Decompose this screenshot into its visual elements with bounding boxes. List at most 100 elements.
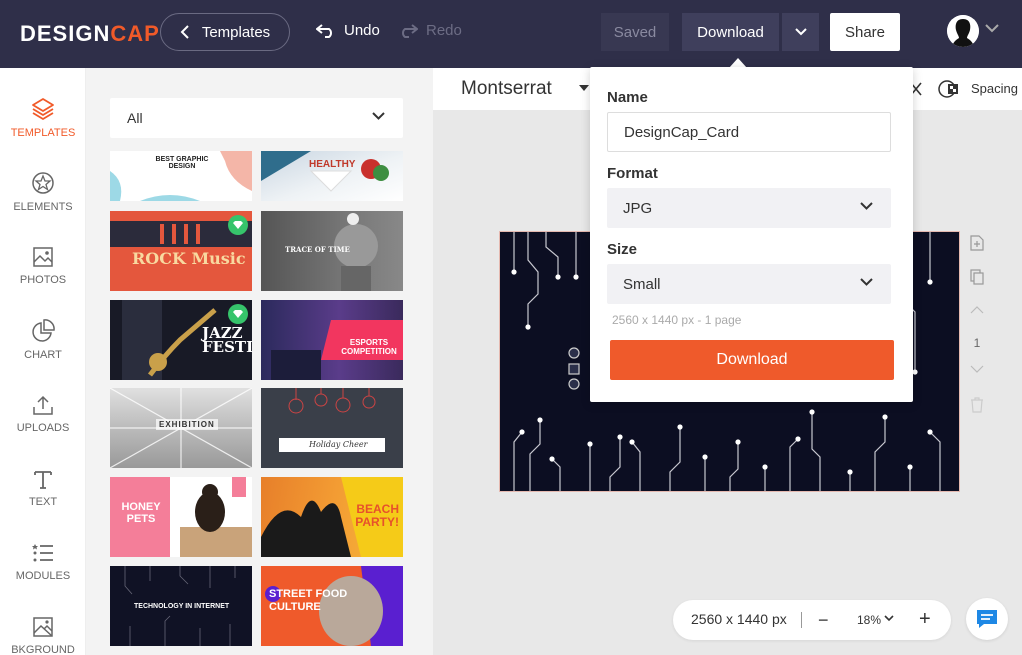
user-avatar[interactable] [947, 15, 979, 47]
format-select[interactable]: JPG [607, 188, 891, 228]
template-thumbnail-title: TECHNOLOGY IN INTERNET [134, 603, 230, 610]
chevron-down-icon [860, 278, 873, 286]
download-button[interactable]: Download [682, 13, 779, 51]
saved-status: Saved [601, 13, 669, 51]
template-thumbnail-title: Holiday Cheer [309, 440, 368, 449]
template-thumbnail[interactable]: JAZZ FESTIVAL [110, 300, 252, 380]
chevron-down-icon [794, 28, 807, 36]
left-sidebar: TEMPLATES ELEMENTS PHOTOS CHART UPLOADS … [0, 68, 86, 655]
templates-back-label: Templates [201, 23, 271, 41]
template-thumbnail[interactable]: ROCK Music [110, 211, 252, 291]
template-thumbnail[interactable]: Holiday Cheer [261, 388, 403, 468]
file-name-input[interactable]: DesignCap_Card [607, 112, 891, 152]
template-thumbnail[interactable]: ESPORTS COMPETITION [261, 300, 403, 380]
shapes-icon [32, 172, 54, 194]
chevron-up-icon [970, 306, 984, 314]
designcap-logo[interactable]: DESIGNCAP [20, 21, 160, 47]
chevron-left-icon [180, 25, 189, 39]
canvas-size-label: 2560 x 1440 px [691, 611, 787, 627]
transparency-icon[interactable] [938, 80, 960, 98]
template-thumbnail[interactable]: HEALTHY [261, 151, 403, 201]
logo-accent-text: CAP [110, 21, 160, 46]
template-thumbnail[interactable]: TECHNOLOGY IN INTERNET [110, 566, 252, 646]
sidebar-item-label: BKGROUND [11, 644, 75, 655]
page-number: 1 [973, 336, 981, 350]
templates-back-button[interactable]: Templates [160, 13, 290, 51]
sidebar-item-label: CHART [24, 349, 62, 361]
download-options-button[interactable] [782, 13, 819, 51]
zoom-level-select[interactable]: 18% [857, 613, 881, 627]
template-thumbnail-art [279, 388, 385, 452]
share-button[interactable]: Share [830, 13, 900, 51]
template-thumbnail[interactable]: BEACH PARTY! [261, 477, 403, 557]
top-bar: DESIGNCAP Templates Undo Redo Saved Down… [0, 0, 1022, 68]
template-thumbnail[interactable]: TRACE OF TIME [261, 211, 403, 291]
template-thumbnail-title: STREET FOOD CULTURE [269, 588, 348, 613]
trash-icon [971, 397, 983, 413]
template-thumbnail-title: EXHIBITION [156, 419, 218, 430]
sidebar-item-templates[interactable]: TEMPLATES [0, 81, 86, 155]
redo-button[interactable]: Redo [398, 22, 462, 39]
size-label: Size [607, 241, 638, 258]
user-icon [947, 15, 979, 47]
delete-page-button[interactable] [965, 397, 989, 413]
add-page-button[interactable] [965, 235, 989, 251]
undo-button[interactable]: Undo [316, 22, 380, 39]
text-icon [34, 471, 52, 489]
size-select[interactable]: Small [607, 264, 891, 304]
template-thumbnail[interactable]: EXHIBITION [110, 388, 252, 468]
zoom-bar: 2560 x 1440 px − 18% + [673, 600, 951, 640]
diamond-icon [233, 310, 243, 318]
template-thumbnail-title: HEALTHY [309, 159, 356, 170]
template-thumbnail-title: JAZZ FESTIVAL [202, 324, 252, 356]
template-thumbnail-title: ROCK Music [132, 249, 246, 268]
image-icon [33, 247, 53, 267]
chevron-down-icon[interactable] [884, 615, 894, 622]
caret-down-icon[interactable] [579, 85, 589, 91]
template-thumbnail[interactable]: BEST GRAPHIC DESIGN [110, 151, 252, 201]
sidebar-item-bkground[interactable]: BKGROUND [0, 599, 86, 655]
template-thumbnail[interactable]: HONEY PETS [110, 477, 252, 557]
list-icon [32, 544, 53, 562]
category-filter-select[interactable]: All [110, 98, 403, 138]
zoom-out-button[interactable]: − [818, 610, 829, 631]
pie-chart-icon [32, 319, 55, 342]
chevron-down-icon [372, 112, 385, 120]
confirm-download-button[interactable]: Download [610, 340, 894, 380]
sidebar-item-label: PHOTOS [19, 274, 67, 286]
chat-support-button[interactable] [966, 598, 1008, 640]
sidebar-item-uploads[interactable]: UPLOADS [0, 377, 86, 451]
premium-badge [228, 304, 248, 324]
undo-label: Undo [344, 22, 380, 39]
template-thumbnail-title: TRACE OF TIME [285, 245, 350, 254]
sidebar-item-elements[interactable]: ELEMENTS [0, 155, 86, 229]
sidebar-item-photos[interactable]: PHOTOS [0, 229, 86, 303]
user-menu-chevron-icon[interactable] [985, 24, 999, 33]
template-thumbnail[interactable]: STREET FOOD CULTURE [261, 566, 403, 646]
add-page-icon [970, 235, 984, 251]
export-info-text: 2560 x 1440 px - 1 page [612, 313, 742, 327]
selection-handles[interactable] [567, 346, 581, 392]
spacing-button[interactable]: Spacing [971, 81, 1018, 96]
font-family-select[interactable]: Montserrat [461, 78, 552, 100]
sidebar-item-label: UPLOADS [16, 422, 70, 434]
zoom-in-button[interactable]: + [919, 608, 931, 631]
sidebar-item-label: TEMPLATES [10, 127, 76, 139]
chevron-down-icon [860, 202, 873, 210]
category-filter-value: All [127, 110, 143, 126]
logo-main-text: DESIGN [20, 21, 111, 46]
redo-label: Redo [426, 22, 462, 39]
template-thumbnail-title: BEST GRAPHIC DESIGN [155, 156, 209, 170]
page-down-button[interactable] [965, 365, 989, 373]
background-icon [33, 617, 53, 637]
sidebar-item-label: TEXT [28, 496, 58, 508]
sidebar-item-chart[interactable]: CHART [0, 303, 86, 377]
duplicate-page-button[interactable] [965, 269, 989, 285]
page-up-button[interactable] [965, 306, 989, 314]
undo-icon [316, 23, 332, 38]
sidebar-item-text[interactable]: TEXT [0, 451, 86, 525]
name-label: Name [607, 89, 648, 106]
sidebar-item-modules[interactable]: MODULES [0, 525, 86, 599]
format-label: Format [607, 165, 658, 182]
template-thumbnail-title: BEACH PARTY! [355, 502, 399, 529]
